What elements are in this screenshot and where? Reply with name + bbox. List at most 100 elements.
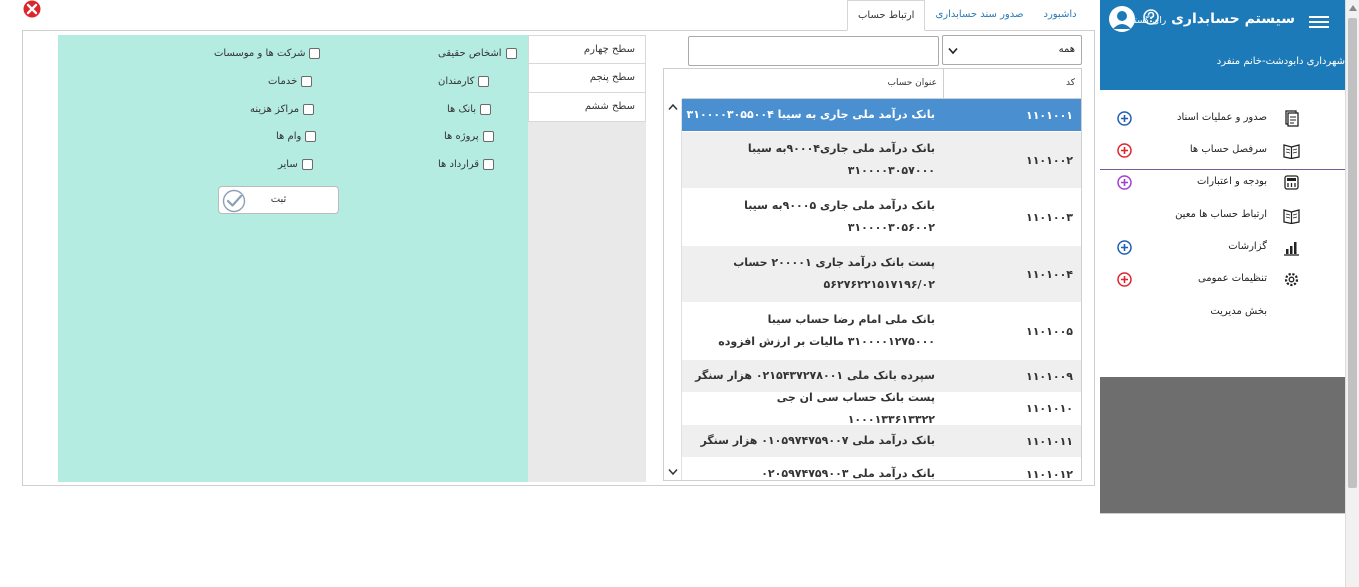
app-title-text: سیستم حسابداری xyxy=(1171,11,1295,27)
book-icon xyxy=(1283,144,1300,159)
page-scrollbar-thumb[interactable] xyxy=(1348,18,1357,488)
menu-item-budget[interactable]: بودجه و اعتبارات xyxy=(1100,171,1345,195)
table-row[interactable]: ۱۱۰۱۰۱۲ بانک درآمد ملی ۰۲۰۵۹۷۴۷۵۹۰۰۳ xyxy=(682,458,1081,480)
checkbox-box[interactable] xyxy=(478,76,490,87)
search-input[interactable] xyxy=(688,36,939,66)
app-root: داشبورد صدور سند حسابداری ارتباط حساب اش… xyxy=(0,0,1359,587)
submit-button[interactable]: ثبت xyxy=(218,186,339,214)
menu-item-settings[interactable]: تنظیمات عمومی xyxy=(1100,268,1345,292)
checkbox-loans[interactable]: وام ها xyxy=(276,131,317,142)
accounts-table: کد عنوان حساب ۱۱۰۱۰۰۱ بانک درآمد ملی جار… xyxy=(663,68,1082,481)
hamburger-menu-icon[interactable] xyxy=(1309,14,1329,30)
checkbox-box[interactable] xyxy=(309,48,321,59)
help-icon[interactable] xyxy=(1143,9,1159,25)
menu-item-label: بخش مدیریت xyxy=(1210,306,1267,317)
checkbox-other[interactable]: سایر xyxy=(278,159,313,170)
checkbox-box[interactable] xyxy=(505,48,517,59)
level-4[interactable]: سطح چهارم xyxy=(528,35,646,64)
column-header-title: عنوان حساب xyxy=(887,78,937,88)
plus-circle-icon[interactable] xyxy=(1117,143,1132,158)
menu-item-account-link[interactable]: ارتباط حساب ها معین xyxy=(1100,204,1345,228)
cell-title: بانک درآمد ملی جاری۹۰۰۰۴به سیبا ۳۱۰۰۰۰۳۰… xyxy=(747,142,935,177)
cell-code: ۱۱۰۱۰۱۰ xyxy=(1026,402,1073,415)
checkbox-label: شرکت ها و موسسات xyxy=(214,48,306,59)
checkbox-box[interactable] xyxy=(303,104,315,115)
scroll-down-icon[interactable] xyxy=(668,468,678,476)
cell-title: پست بانک درآمد جاری ۲۰۰۰۰۱ حساب ۵۶۲۷۶۲۲۱… xyxy=(733,256,935,291)
documents-icon xyxy=(1285,110,1299,127)
plus-circle-icon[interactable] xyxy=(1117,111,1132,126)
table-header: کد عنوان حساب xyxy=(682,69,1081,99)
menu-item-management[interactable]: بخش مدیریت xyxy=(1100,301,1345,325)
checkbox-contracts[interactable]: قرارداد ها xyxy=(438,159,495,170)
checkbox-label: سایر xyxy=(278,159,298,170)
checkbox-box[interactable] xyxy=(305,131,317,142)
menu-item-chart-of-accounts[interactable]: سرفصل حساب ها xyxy=(1100,139,1345,163)
checkbox-natural-persons[interactable]: اشخاص حقیقی xyxy=(438,48,517,59)
table-row[interactable]: ۱۱۰۱۰۱۱ بانک درآمد ملی ۰۱۰۵۹۷۴۷۵۹۰۰۷ هزا… xyxy=(682,425,1081,458)
cell-code: ۱۱۰۱۰۰۴ xyxy=(1026,267,1073,281)
menu-divider xyxy=(1100,169,1345,170)
checkbox-box[interactable] xyxy=(301,159,313,170)
filter-select-value: همه xyxy=(1058,44,1075,55)
menu-item-reports[interactable]: گزارشات xyxy=(1100,236,1345,260)
table-row[interactable]: ۱۱۰۱۰۰۳ بانک درآمد ملی جاری ۹۰۰۰۵به سیبا… xyxy=(682,189,1081,246)
plus-circle-icon[interactable] xyxy=(1117,272,1132,287)
scroll-up-icon[interactable] xyxy=(668,103,678,111)
checkbox-projects[interactable]: پروژه ها xyxy=(444,131,494,142)
checkbox-employees[interactable]: کارمندان xyxy=(438,76,490,87)
level-5[interactable]: سطح پنجم xyxy=(528,64,646,93)
menu-item-label: گزارشات xyxy=(1228,241,1267,252)
tab-account-link[interactable]: ارتباط حساب xyxy=(847,0,926,31)
table-row[interactable]: ۱۱۰۱۰۱۰ پست بانک حساب سی ان جی ۱۰۰۰۱۳۳۶۱… xyxy=(682,390,1081,426)
table-row[interactable]: ۱۱۰۱۰۰۵ بانک ملی امام رضا حساب سیبا ۳۱۰۰… xyxy=(682,303,1081,360)
menu-item-label: بودجه و اعتبارات xyxy=(1197,176,1267,187)
scroll-up-icon[interactable] xyxy=(1349,5,1357,11)
checkbox-box[interactable] xyxy=(483,159,495,170)
menu-item-label: صدور و عملیات اسناد xyxy=(1177,112,1267,123)
gear-icon xyxy=(1284,272,1299,287)
checkbox-banks[interactable]: بانک ها xyxy=(447,104,492,115)
checkbox-label: اشخاص حقیقی xyxy=(438,48,502,59)
cell-title: بانک درآمد ملی جاری به سیبا ۳۱۰۰۰۰۳۰۵۵۰۰… xyxy=(686,108,935,121)
cell-title: پست بانک حساب سی ان جی ۱۰۰۰۱۳۳۶۱۳۳۲۲ xyxy=(776,390,935,426)
checkbox-label: قرارداد ها xyxy=(438,159,480,170)
menu-item-documents[interactable]: صدور و عملیات اسناد xyxy=(1100,107,1345,131)
filter-select[interactable]: همه xyxy=(942,35,1082,65)
cell-code: ۱۱۰۱۰۱۱ xyxy=(1026,434,1073,448)
submit-label: ثبت xyxy=(270,194,287,205)
checkbox-companies[interactable]: شرکت ها و موسسات xyxy=(214,48,321,59)
cell-title: بانک ملی امام رضا حساب سیبا ۳۱۰۰۰۰۱۲۷۵۰۰… xyxy=(718,313,935,348)
cell-code: ۱۱۰۱۰۰۲ xyxy=(1026,153,1073,167)
page-scrollbar[interactable] xyxy=(1345,0,1359,587)
plus-circle-icon[interactable] xyxy=(1117,240,1132,255)
checkbox-label: وام ها xyxy=(276,131,302,142)
plus-circle-icon[interactable] xyxy=(1117,175,1132,190)
checkbox-label: پروژه ها xyxy=(444,131,479,142)
sidebar-header: سیستم حسابداری رای گستر شهرداری دابودشت-… xyxy=(1100,0,1345,90)
level-6[interactable]: سطح ششم xyxy=(528,93,646,122)
column-header-code: کد xyxy=(943,69,1081,98)
menu-item-label: تنظیمات عمومی xyxy=(1197,273,1267,284)
checkbox-label: خدمات xyxy=(268,76,298,87)
checkbox-services[interactable]: خدمات xyxy=(268,76,313,87)
checkbox-box[interactable] xyxy=(480,104,492,115)
cell-title: بانک درآمد ملی جاری ۹۰۰۰۵به سیبا ۳۱۰۰۰۰۳… xyxy=(744,199,935,234)
cell-title: بانک درآمد ملی ۰۱۰۵۹۷۴۷۵۹۰۰۷ هزار سنگر xyxy=(700,434,935,447)
cell-code: ۱۱۰۱۰۰۳ xyxy=(1026,210,1073,224)
table-row[interactable]: ۱۱۰۱۰۰۲ بانک درآمد ملی جاری۹۰۰۰۴به سیبا … xyxy=(682,132,1081,189)
checkbox-box[interactable] xyxy=(482,131,494,142)
table-scrollbar[interactable] xyxy=(664,99,682,480)
menu-item-label: ارتباط حساب ها معین xyxy=(1175,209,1267,220)
checkbox-box[interactable] xyxy=(301,76,313,87)
table-row[interactable]: ۱۱۰۱۰۰۱ بانک درآمد ملی جاری به سیبا ۳۱۰۰… xyxy=(682,99,1081,132)
table-body: ۱۱۰۱۰۰۱ بانک درآمد ملی جاری به سیبا ۳۱۰۰… xyxy=(682,99,1081,480)
checkbox-cost-centers[interactable]: مراکز هزینه xyxy=(250,104,315,115)
tab-issue-voucher[interactable]: صدور سند حسابداری xyxy=(925,0,1033,31)
sidebar-footer-block xyxy=(1100,377,1345,513)
close-icon[interactable] xyxy=(22,0,42,18)
cell-code: ۱۱۰۱۰۰۹ xyxy=(1026,369,1073,383)
avatar[interactable] xyxy=(1108,5,1136,33)
tab-dashboard[interactable]: داشبورد xyxy=(1033,0,1086,31)
table-row[interactable]: ۱۱۰۱۰۰۴ پست بانک درآمد جاری ۲۰۰۰۰۱ حساب … xyxy=(682,246,1081,303)
